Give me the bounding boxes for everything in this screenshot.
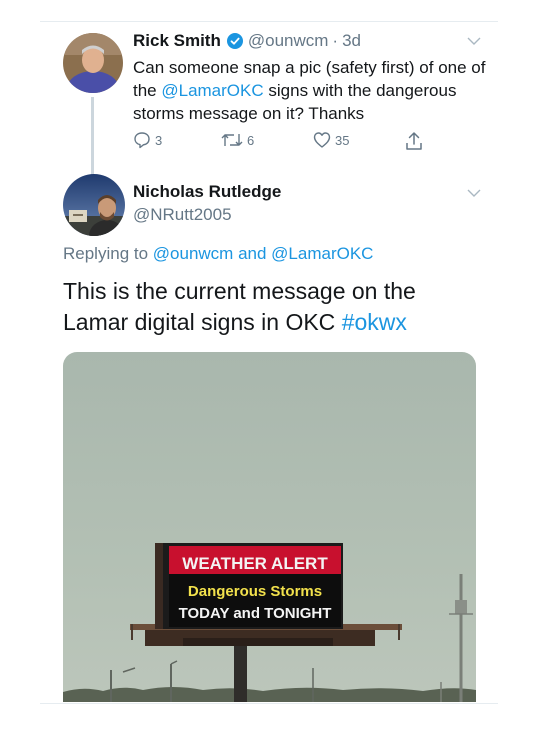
mention-lamarokc-link[interactable]: @LamarOKC — [161, 81, 263, 100]
verified-icon — [226, 33, 243, 49]
avatar-nicholas-rutledge[interactable] — [63, 174, 125, 236]
share-button[interactable] — [404, 131, 424, 151]
tweet1-author-handle[interactable]: @ounwcm — [248, 31, 329, 51]
tweet2-text: This is the current message on the Lamar… — [63, 278, 416, 335]
retweet-button[interactable]: 6 — [221, 131, 254, 149]
sign-line-2: Dangerous Storms — [188, 583, 322, 600]
retweet-icon — [221, 134, 243, 146]
tweet1-header: Rick Smith @ounwcm · 3d — [133, 31, 361, 51]
retweet-count: 6 — [247, 132, 255, 148]
bottom-divider — [40, 703, 498, 704]
reply-count: 3 — [155, 132, 163, 148]
thread-connector-line — [91, 97, 94, 177]
avatar-rick-smith[interactable] — [63, 33, 123, 93]
tweet2-author-handle[interactable]: @NRutt2005 — [133, 205, 232, 225]
reply-button[interactable]: 3 — [133, 131, 162, 149]
top-divider — [40, 21, 498, 22]
reply-icon — [134, 132, 150, 149]
tweet1-timestamp[interactable]: 3d — [342, 31, 361, 51]
hashtag-okwx-link[interactable]: #okwx — [342, 309, 407, 335]
tweet1-text: Can someone snap a pic (safety first) of… — [133, 58, 486, 123]
like-button[interactable]: 35 — [313, 131, 349, 149]
tweet2-author-name[interactable]: Nicholas Rutledge — [133, 182, 281, 202]
replying-mention-ounwcm[interactable]: @ounwcm — [153, 244, 234, 263]
replying-mention-lamarokc[interactable]: @LamarOKC — [271, 244, 373, 263]
sign-line-3: TODAY and TONIGHT — [179, 605, 332, 622]
replying-to-line: Replying to @ounwcm and @LamarOKC — [63, 244, 374, 263]
sign-line-1: WEATHER ALERT — [182, 554, 328, 573]
tweet1-separator: · — [332, 31, 339, 50]
chevron-down-icon[interactable] — [467, 188, 481, 198]
like-count: 35 — [335, 132, 350, 148]
like-icon — [313, 132, 331, 148]
tweet-photo[interactable]: WEATHER ALERT Dangerous Storms TODAY and… — [63, 352, 476, 702]
share-icon — [406, 132, 422, 150]
tweet1-author-name[interactable]: Rick Smith — [133, 31, 221, 51]
chevron-down-icon[interactable] — [467, 36, 481, 46]
